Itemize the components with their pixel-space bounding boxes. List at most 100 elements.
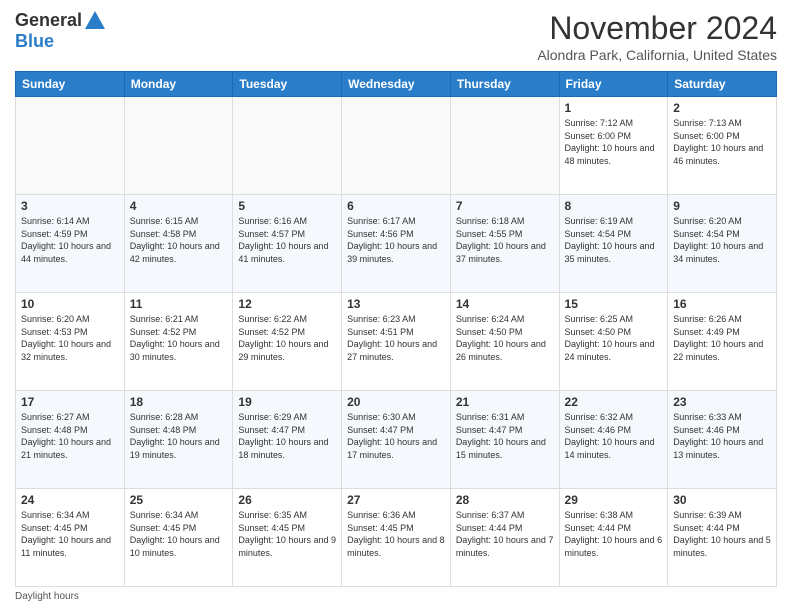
calendar-cell: 15Sunrise: 6:25 AM Sunset: 4:50 PM Dayli… xyxy=(559,293,668,391)
calendar-cell xyxy=(233,97,342,195)
footer: Daylight hours xyxy=(15,591,777,602)
day-number: 20 xyxy=(347,395,445,409)
day-number: 21 xyxy=(456,395,554,409)
logo-general-text: General xyxy=(15,10,82,31)
calendar-week-row: 17Sunrise: 6:27 AM Sunset: 4:48 PM Dayli… xyxy=(16,391,777,489)
day-number: 25 xyxy=(130,493,228,507)
day-number: 9 xyxy=(673,199,771,213)
day-number: 4 xyxy=(130,199,228,213)
calendar-cell: 13Sunrise: 6:23 AM Sunset: 4:51 PM Dayli… xyxy=(342,293,451,391)
day-detail: Sunrise: 6:21 AM Sunset: 4:52 PM Dayligh… xyxy=(130,313,228,363)
calendar-cell: 10Sunrise: 6:20 AM Sunset: 4:53 PM Dayli… xyxy=(16,293,125,391)
calendar-header-tuesday: Tuesday xyxy=(233,72,342,97)
page: General Blue November 2024 Alondra Park,… xyxy=(0,0,792,612)
calendar-week-row: 10Sunrise: 6:20 AM Sunset: 4:53 PM Dayli… xyxy=(16,293,777,391)
day-detail: Sunrise: 6:24 AM Sunset: 4:50 PM Dayligh… xyxy=(456,313,554,363)
calendar-cell: 17Sunrise: 6:27 AM Sunset: 4:48 PM Dayli… xyxy=(16,391,125,489)
calendar-cell: 23Sunrise: 6:33 AM Sunset: 4:46 PM Dayli… xyxy=(668,391,777,489)
day-number: 11 xyxy=(130,297,228,311)
header: General Blue November 2024 Alondra Park,… xyxy=(15,10,777,63)
day-detail: Sunrise: 6:36 AM Sunset: 4:45 PM Dayligh… xyxy=(347,509,445,559)
day-number: 26 xyxy=(238,493,336,507)
day-detail: Sunrise: 6:16 AM Sunset: 4:57 PM Dayligh… xyxy=(238,215,336,265)
calendar-cell: 26 Sunrise: 6:35 AM Sunset: 4:45 PM Dayli… xyxy=(233,489,342,587)
day-number: 10 xyxy=(21,297,119,311)
calendar-cell: 27 Sunrise: 6:36 AM Sunset: 4:45 PM Dayli… xyxy=(342,489,451,587)
calendar-cell xyxy=(450,97,559,195)
calendar-header-thursday: Thursday xyxy=(450,72,559,97)
calendar-cell: 7 Sunrise: 6:18 AM Sunset: 4:55 PM Daylig… xyxy=(450,195,559,293)
calendar-cell: 16 Sunrise: 6:26 AM Sunset: 4:49 PM Dayli… xyxy=(668,293,777,391)
day-detail: Sunrise: 6:26 AM Sunset: 4:49 PM Dayligh… xyxy=(673,313,771,363)
day-detail: Sunrise: 7:13 AM Sunset: 6:00 PM Dayligh… xyxy=(673,117,771,167)
calendar-cell: 8 Sunrise: 6:19 AM Sunset: 4:54 PM Daylig… xyxy=(559,195,668,293)
day-detail: Sunrise: 6:34 AM Sunset: 4:45 PM Dayligh… xyxy=(130,509,228,559)
calendar-cell: 2 Sunrise: 7:13 AM Sunset: 6:00 PM Daylig… xyxy=(668,97,777,195)
day-number: 28 xyxy=(456,493,554,507)
title-block: November 2024 Alondra Park, California, … xyxy=(537,10,777,63)
day-detail: Sunrise: 6:17 AM Sunset: 4:56 PM Dayligh… xyxy=(347,215,445,265)
day-number: 3 xyxy=(21,199,119,213)
month-title: November 2024 xyxy=(537,10,777,47)
calendar-cell: 5 Sunrise: 6:16 AM Sunset: 4:57 PM Daylig… xyxy=(233,195,342,293)
calendar-cell: 1 Sunrise: 7:12 AM Sunset: 6:00 PM Daylig… xyxy=(559,97,668,195)
calendar-cell: 22 Sunrise: 6:32 AM Sunset: 4:46 PM Dayli… xyxy=(559,391,668,489)
calendar-cell: 12Sunrise: 6:22 AM Sunset: 4:52 PM Dayli… xyxy=(233,293,342,391)
calendar-cell: 25 Sunrise: 6:34 AM Sunset: 4:45 PM Dayli… xyxy=(124,489,233,587)
day-number: 6 xyxy=(347,199,445,213)
calendar-cell: 29 Sunrise: 6:38 AM Sunset: 4:44 PM Dayli… xyxy=(559,489,668,587)
day-detail: Sunrise: 6:38 AM Sunset: 4:44 PM Dayligh… xyxy=(565,509,663,559)
calendar-header-saturday: Saturday xyxy=(668,72,777,97)
day-detail: Sunrise: 6:37 AM Sunset: 4:44 PM Dayligh… xyxy=(456,509,554,559)
calendar-header-wednesday: Wednesday xyxy=(342,72,451,97)
calendar-cell: 19 Sunrise: 6:29 AM Sunset: 4:47 PM Dayli… xyxy=(233,391,342,489)
calendar-cell xyxy=(16,97,125,195)
day-detail: Sunrise: 6:30 AM Sunset: 4:47 PM Dayligh… xyxy=(347,411,445,461)
calendar-week-row: 1 Sunrise: 7:12 AM Sunset: 6:00 PM Daylig… xyxy=(16,97,777,195)
day-number: 7 xyxy=(456,199,554,213)
calendar-header-sunday: Sunday xyxy=(16,72,125,97)
day-detail: Sunrise: 6:14 AM Sunset: 4:59 PM Dayligh… xyxy=(21,215,119,265)
calendar-cell: 21 Sunrise: 6:31 AM Sunset: 4:47 PM Dayli… xyxy=(450,391,559,489)
day-detail: Sunrise: 6:20 AM Sunset: 4:54 PM Dayligh… xyxy=(673,215,771,265)
calendar-cell: 18 Sunrise: 6:28 AM Sunset: 4:48 PM Dayli… xyxy=(124,391,233,489)
calendar-header-monday: Monday xyxy=(124,72,233,97)
day-number: 8 xyxy=(565,199,663,213)
day-number: 16 xyxy=(673,297,771,311)
day-number: 22 xyxy=(565,395,663,409)
day-number: 29 xyxy=(565,493,663,507)
logo: General Blue xyxy=(15,10,105,52)
day-number: 17 xyxy=(21,395,119,409)
day-detail: Sunrise: 6:15 AM Sunset: 4:58 PM Dayligh… xyxy=(130,215,228,265)
logo-blue-text: Blue xyxy=(15,31,54,52)
day-detail: Sunrise: 6:31 AM Sunset: 4:47 PM Dayligh… xyxy=(456,411,554,461)
calendar-header-friday: Friday xyxy=(559,72,668,97)
day-detail: Sunrise: 6:39 AM Sunset: 4:44 PM Dayligh… xyxy=(673,509,771,559)
day-number: 19 xyxy=(238,395,336,409)
day-detail: Sunrise: 6:28 AM Sunset: 4:48 PM Dayligh… xyxy=(130,411,228,461)
day-detail: Sunrise: 6:18 AM Sunset: 4:55 PM Dayligh… xyxy=(456,215,554,265)
day-detail: Sunrise: 6:33 AM Sunset: 4:46 PM Dayligh… xyxy=(673,411,771,461)
day-number: 5 xyxy=(238,199,336,213)
logo-triangle-icon xyxy=(85,11,105,29)
calendar-cell xyxy=(124,97,233,195)
day-detail: Sunrise: 7:12 AM Sunset: 6:00 PM Dayligh… xyxy=(565,117,663,167)
day-detail: Sunrise: 6:29 AM Sunset: 4:47 PM Dayligh… xyxy=(238,411,336,461)
calendar-cell: 30Sunrise: 6:39 AM Sunset: 4:44 PM Dayli… xyxy=(668,489,777,587)
day-number: 2 xyxy=(673,101,771,115)
day-number: 15 xyxy=(565,297,663,311)
day-detail: Sunrise: 6:32 AM Sunset: 4:46 PM Dayligh… xyxy=(565,411,663,461)
daylight-label: Daylight hours xyxy=(15,591,79,602)
calendar-cell: 4 Sunrise: 6:15 AM Sunset: 4:58 PM Daylig… xyxy=(124,195,233,293)
day-number: 13 xyxy=(347,297,445,311)
day-number: 27 xyxy=(347,493,445,507)
calendar-cell: 28 Sunrise: 6:37 AM Sunset: 4:44 PM Dayli… xyxy=(450,489,559,587)
day-detail: Sunrise: 6:35 AM Sunset: 4:45 PM Dayligh… xyxy=(238,509,336,559)
day-detail: Sunrise: 6:19 AM Sunset: 4:54 PM Dayligh… xyxy=(565,215,663,265)
calendar-table: SundayMondayTuesdayWednesdayThursdayFrid… xyxy=(15,71,777,587)
location: Alondra Park, California, United States xyxy=(537,47,777,63)
day-number: 18 xyxy=(130,395,228,409)
calendar-cell: 6 Sunrise: 6:17 AM Sunset: 4:56 PM Daylig… xyxy=(342,195,451,293)
day-number: 24 xyxy=(21,493,119,507)
day-number: 1 xyxy=(565,101,663,115)
